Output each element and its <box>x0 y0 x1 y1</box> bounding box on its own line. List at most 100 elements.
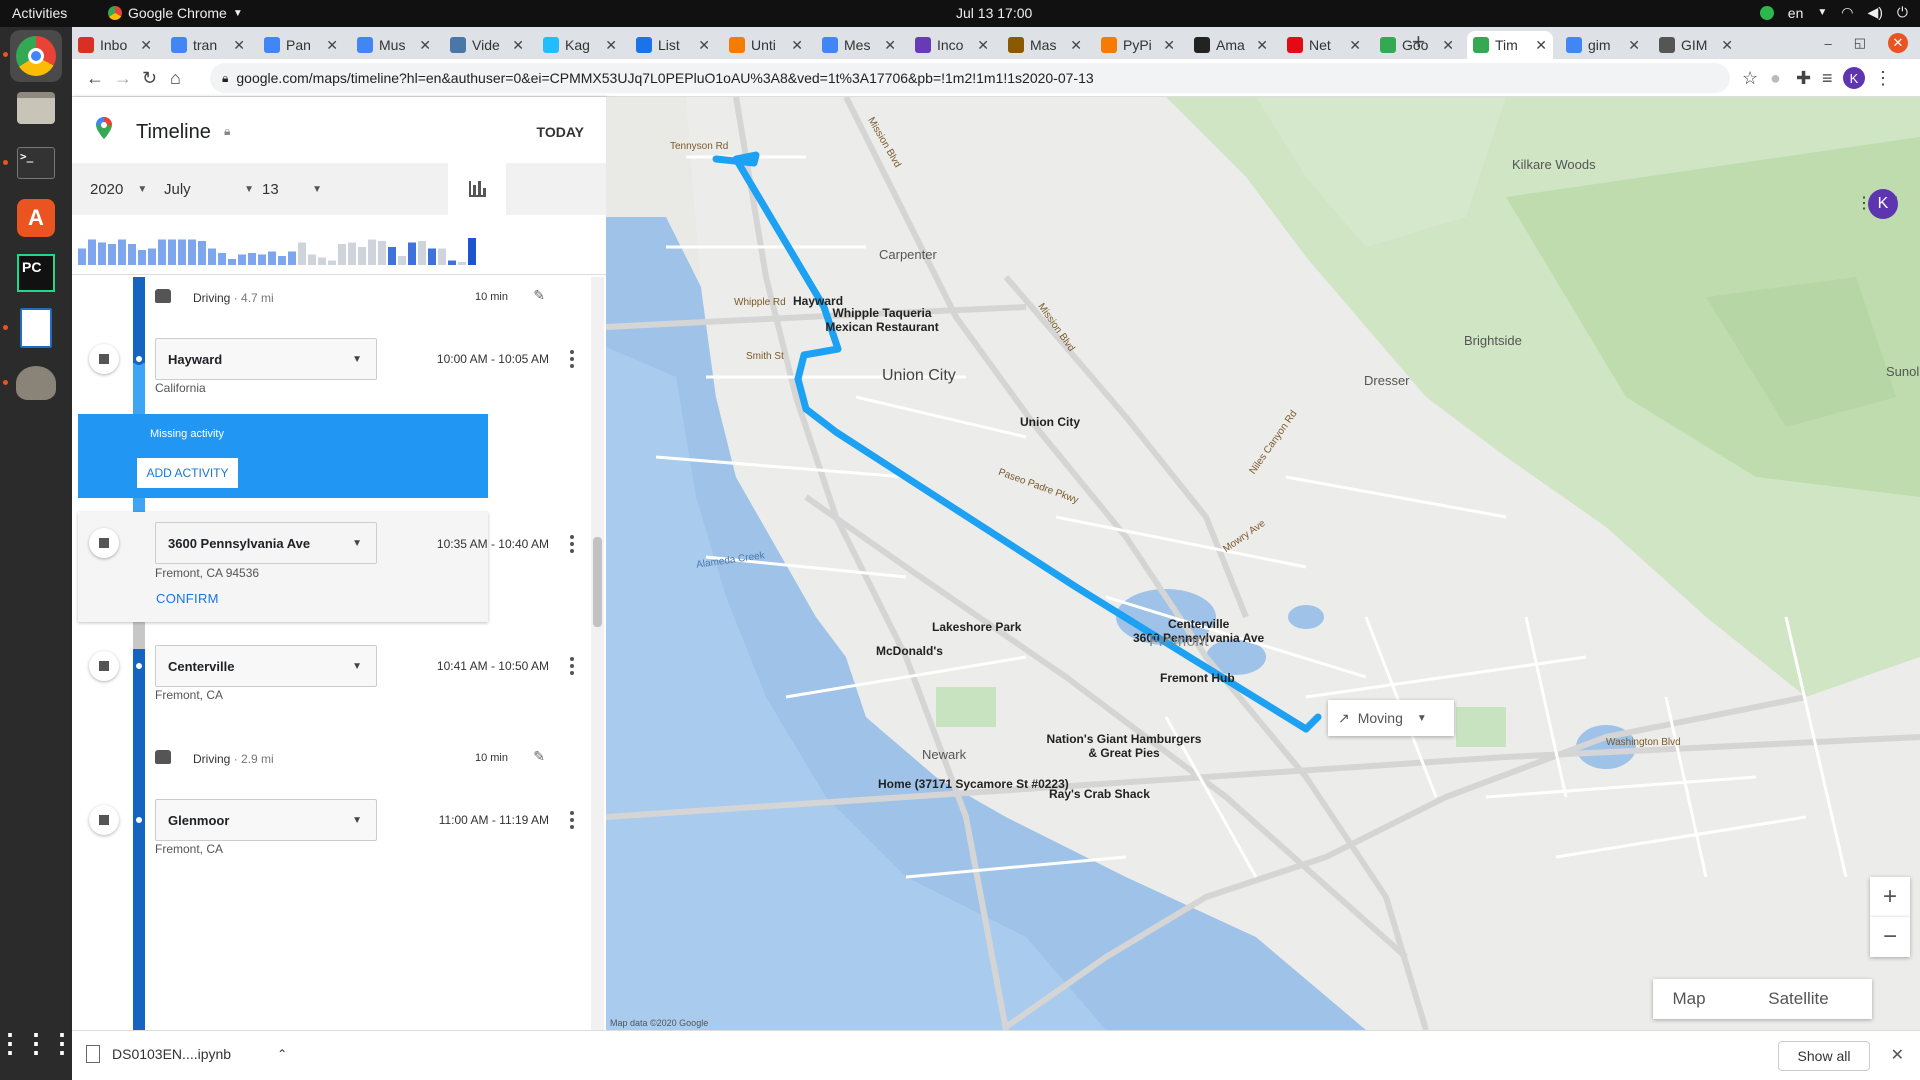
volume-icon[interactable]: ◀) <box>1867 4 1882 21</box>
tab-close-icon[interactable]: ✕ <box>326 37 338 54</box>
bookmark-star-icon[interactable]: ☆ <box>1742 68 1758 89</box>
histogram-bar[interactable] <box>128 244 136 265</box>
histogram-bar[interactable] <box>308 254 316 266</box>
tab-13[interactable]: Net ✕ <box>1281 31 1367 59</box>
profile-avatar[interactable]: K <box>1843 67 1865 89</box>
tab-close-icon[interactable]: ✕ <box>1628 37 1640 54</box>
histogram-bar[interactable] <box>318 257 326 266</box>
terminal-dock-icon[interactable]: >_ <box>10 137 62 189</box>
place-select-centerville[interactable]: Centerville ▼ <box>155 645 377 687</box>
histogram-bar[interactable] <box>468 238 476 265</box>
show-apps-icon[interactable]: ⋮⋮⋮ <box>0 1017 75 1069</box>
tab-close-icon[interactable]: ✕ <box>233 37 245 54</box>
histogram-bar[interactable] <box>388 247 396 265</box>
histogram-bar[interactable] <box>278 256 286 265</box>
tab-0[interactable]: Inbo ✕ <box>72 31 158 59</box>
software-center-dock-icon[interactable]: A <box>10 192 62 244</box>
tab-9[interactable]: Inco ✕ <box>909 31 995 59</box>
timeline-scrollbar[interactable] <box>591 277 604 1030</box>
maximize-icon[interactable]: ◱ <box>1854 35 1866 51</box>
histogram-bar[interactable] <box>378 241 386 265</box>
files-dock-icon[interactable] <box>10 82 62 134</box>
tab-close-icon[interactable]: ✕ <box>698 37 710 54</box>
map-label-rays-crab-shack[interactable]: Ray's Crab Shack <box>1049 787 1150 801</box>
histogram-bar[interactable] <box>108 244 116 265</box>
histogram-bar[interactable] <box>268 251 276 266</box>
tab-6[interactable]: List ✕ <box>630 31 716 59</box>
stop-select-button[interactable] <box>89 805 119 835</box>
language-indicator[interactable]: en <box>1788 5 1804 21</box>
map-profile-avatar[interactable]: K <box>1868 189 1898 219</box>
map-label-centerville[interactable]: Centerville <box>1168 617 1229 631</box>
tab-close-icon[interactable]: ✕ <box>140 37 152 54</box>
histogram-bar[interactable] <box>328 260 336 266</box>
histogram-bar[interactable] <box>168 239 176 266</box>
reload-icon[interactable]: ↻ <box>142 68 157 89</box>
tab-5[interactable]: Kag ✕ <box>537 31 623 59</box>
wifi-icon[interactable]: ◠ <box>1841 4 1853 21</box>
more-vert-icon[interactable] <box>570 657 574 678</box>
new-tab-icon[interactable]: + <box>1412 29 1425 55</box>
app-menu[interactable]: Google Chrome ▼ <box>108 5 243 21</box>
chevron-up-icon[interactable]: ⌃ <box>277 1047 287 1061</box>
chrome-dock-icon[interactable] <box>10 30 62 82</box>
tab-close-icon[interactable]: ✕ <box>1070 37 1082 54</box>
map-label-mcdonalds[interactable]: McDonald's <box>876 644 943 658</box>
year-select[interactable]: 2020 ▼ <box>90 163 147 215</box>
moving-activity-popup[interactable]: ↗ Moving ▼ <box>1328 700 1454 736</box>
scrollbar-thumb[interactable] <box>593 537 602 627</box>
histogram-bar[interactable] <box>398 256 406 265</box>
clock[interactable]: Jul 13 17:00 <box>956 5 1032 21</box>
zoom-in-button[interactable]: + <box>1870 877 1910 917</box>
show-all-button[interactable]: Show all <box>1778 1041 1870 1071</box>
tab-16[interactable]: gim ✕ <box>1560 31 1646 59</box>
histogram-bar[interactable] <box>178 239 186 266</box>
stop-select-button[interactable] <box>89 528 119 558</box>
tab-close-icon[interactable]: ✕ <box>1349 37 1361 54</box>
histogram-bar[interactable] <box>78 248 86 266</box>
histogram-bar[interactable] <box>138 250 146 265</box>
extension-icon[interactable]: ● <box>1770 68 1781 89</box>
stats-button[interactable] <box>448 163 506 215</box>
place-select-pennsylvania[interactable]: 3600 Pennsylvania Ave ▼ <box>155 522 377 564</box>
tab-close-icon[interactable]: ✕ <box>1163 37 1175 54</box>
histogram-bar[interactable] <box>298 242 306 266</box>
download-item[interactable]: DS0103EN....ipynb ⌃ <box>86 1045 287 1063</box>
media-icon[interactable]: ≡ <box>1822 68 1833 89</box>
tab-close-icon[interactable]: ✕ <box>884 37 896 54</box>
stop-select-button[interactable] <box>89 651 119 681</box>
today-button[interactable]: TODAY <box>537 124 584 140</box>
stop-select-button[interactable] <box>89 344 119 374</box>
puzzle-icon[interactable]: ✚ <box>1796 68 1811 89</box>
tab-11[interactable]: PyPi ✕ <box>1095 31 1181 59</box>
tab-close-icon[interactable]: ✕ <box>1442 37 1454 54</box>
histogram-bar[interactable] <box>338 244 346 265</box>
url-text[interactable]: google.com/maps/timeline?hl=en&authuser=… <box>236 70 1093 86</box>
map-label-union-city-station[interactable]: Union City <box>1020 415 1080 429</box>
driving-segment[interactable]: Driving · 4.7 mi 10 min ✎ <box>155 287 555 311</box>
histogram-bar[interactable] <box>198 241 206 265</box>
tab-2[interactable]: Pan ✕ <box>258 31 344 59</box>
tab-close-icon[interactable]: ✕ <box>605 37 617 54</box>
menu-icon[interactable]: ⋮ <box>1874 68 1892 89</box>
tab-close-icon[interactable]: ✕ <box>1721 37 1733 54</box>
zoom-out-button[interactable]: − <box>1870 917 1910 957</box>
map-label-fremont-hub[interactable]: Fremont Hub <box>1160 671 1235 685</box>
map-view-button[interactable]: Map <box>1653 979 1725 1019</box>
close-icon[interactable]: ✕ <box>1891 1045 1904 1065</box>
map-label-whipple-restaurant[interactable]: Whipple Taqueria Mexican Restaurant <box>822 306 942 334</box>
map-label-lakeshore-park[interactable]: Lakeshore Park <box>932 620 1021 634</box>
activity-histogram[interactable] <box>72 215 606 275</box>
more-vert-icon[interactable] <box>570 350 574 371</box>
histogram-bar[interactable] <box>248 253 256 265</box>
tab-17[interactable]: GIM ✕ <box>1653 31 1739 59</box>
address-bar[interactable]: 🔒︎ google.com/maps/timeline?hl=en&authus… <box>210 63 1730 93</box>
edit-wand-icon[interactable]: ✎ <box>533 287 545 304</box>
driving-segment[interactable]: Driving · 2.9 mi 10 min ✎ <box>155 748 555 772</box>
histogram-bar[interactable] <box>418 241 426 265</box>
tab-3[interactable]: Mus ✕ <box>351 31 437 59</box>
back-icon[interactable]: ← <box>86 68 104 89</box>
update-icon[interactable] <box>1759 5 1774 20</box>
histogram-bar[interactable] <box>188 239 196 266</box>
tab-4[interactable]: Vide ✕ <box>444 31 530 59</box>
